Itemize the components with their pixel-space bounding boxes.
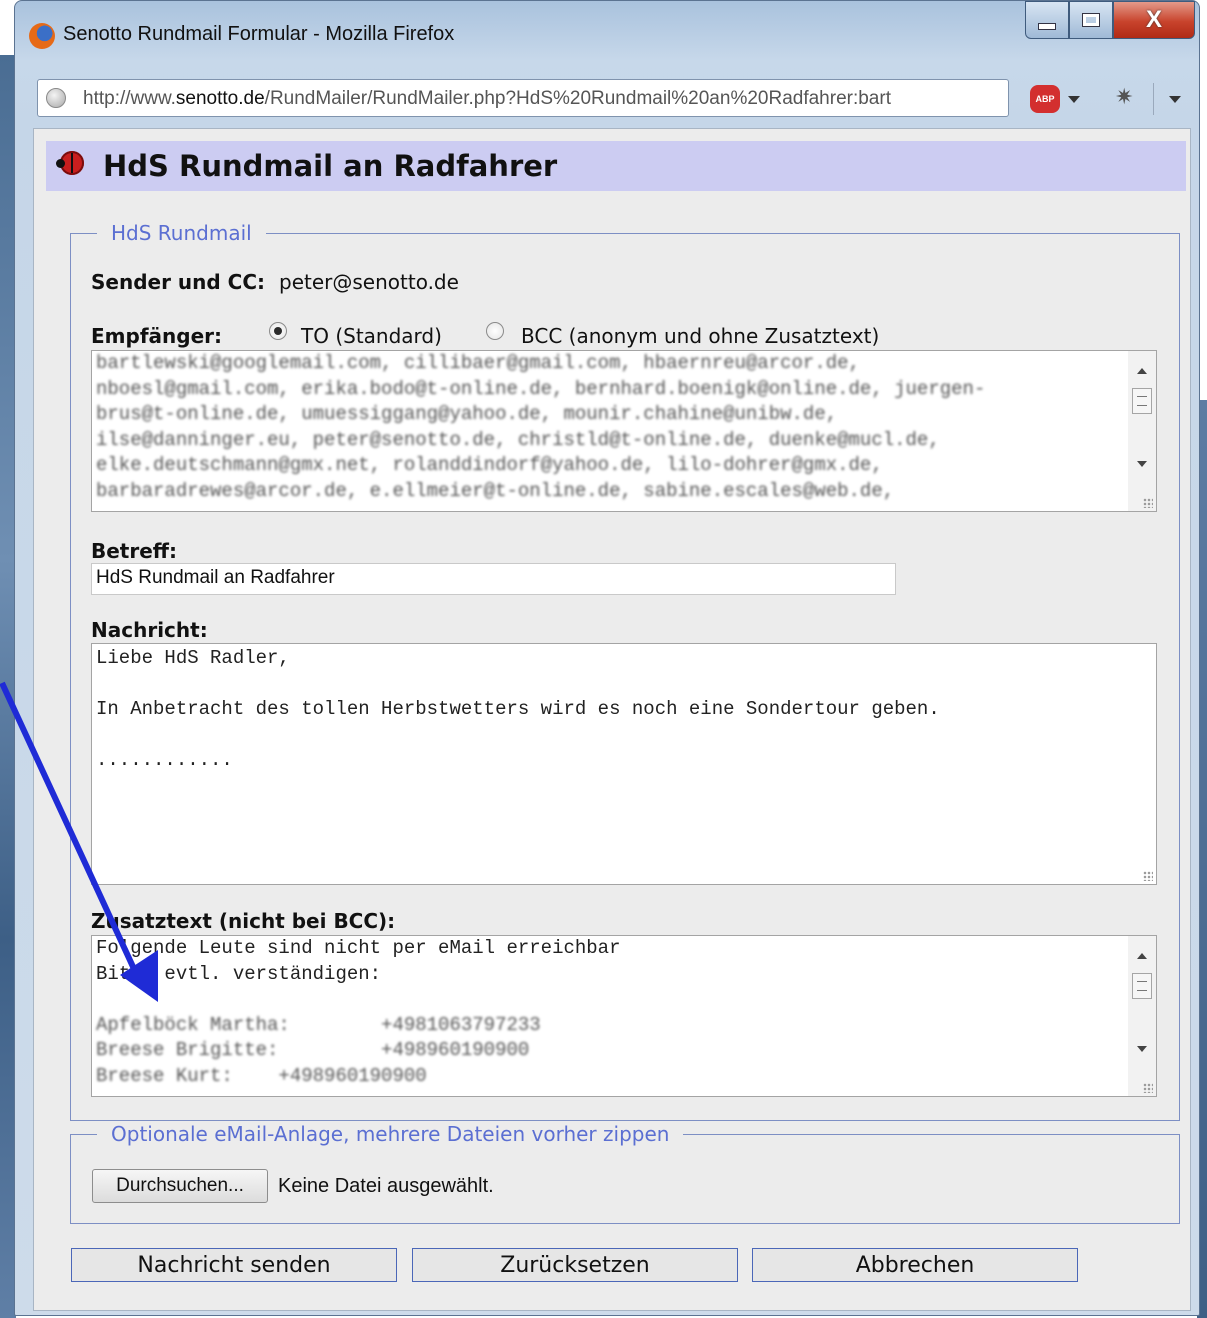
- annotation-arrow: [0, 681, 158, 1002]
- annotation-arrow-line: [0, 681, 143, 984]
